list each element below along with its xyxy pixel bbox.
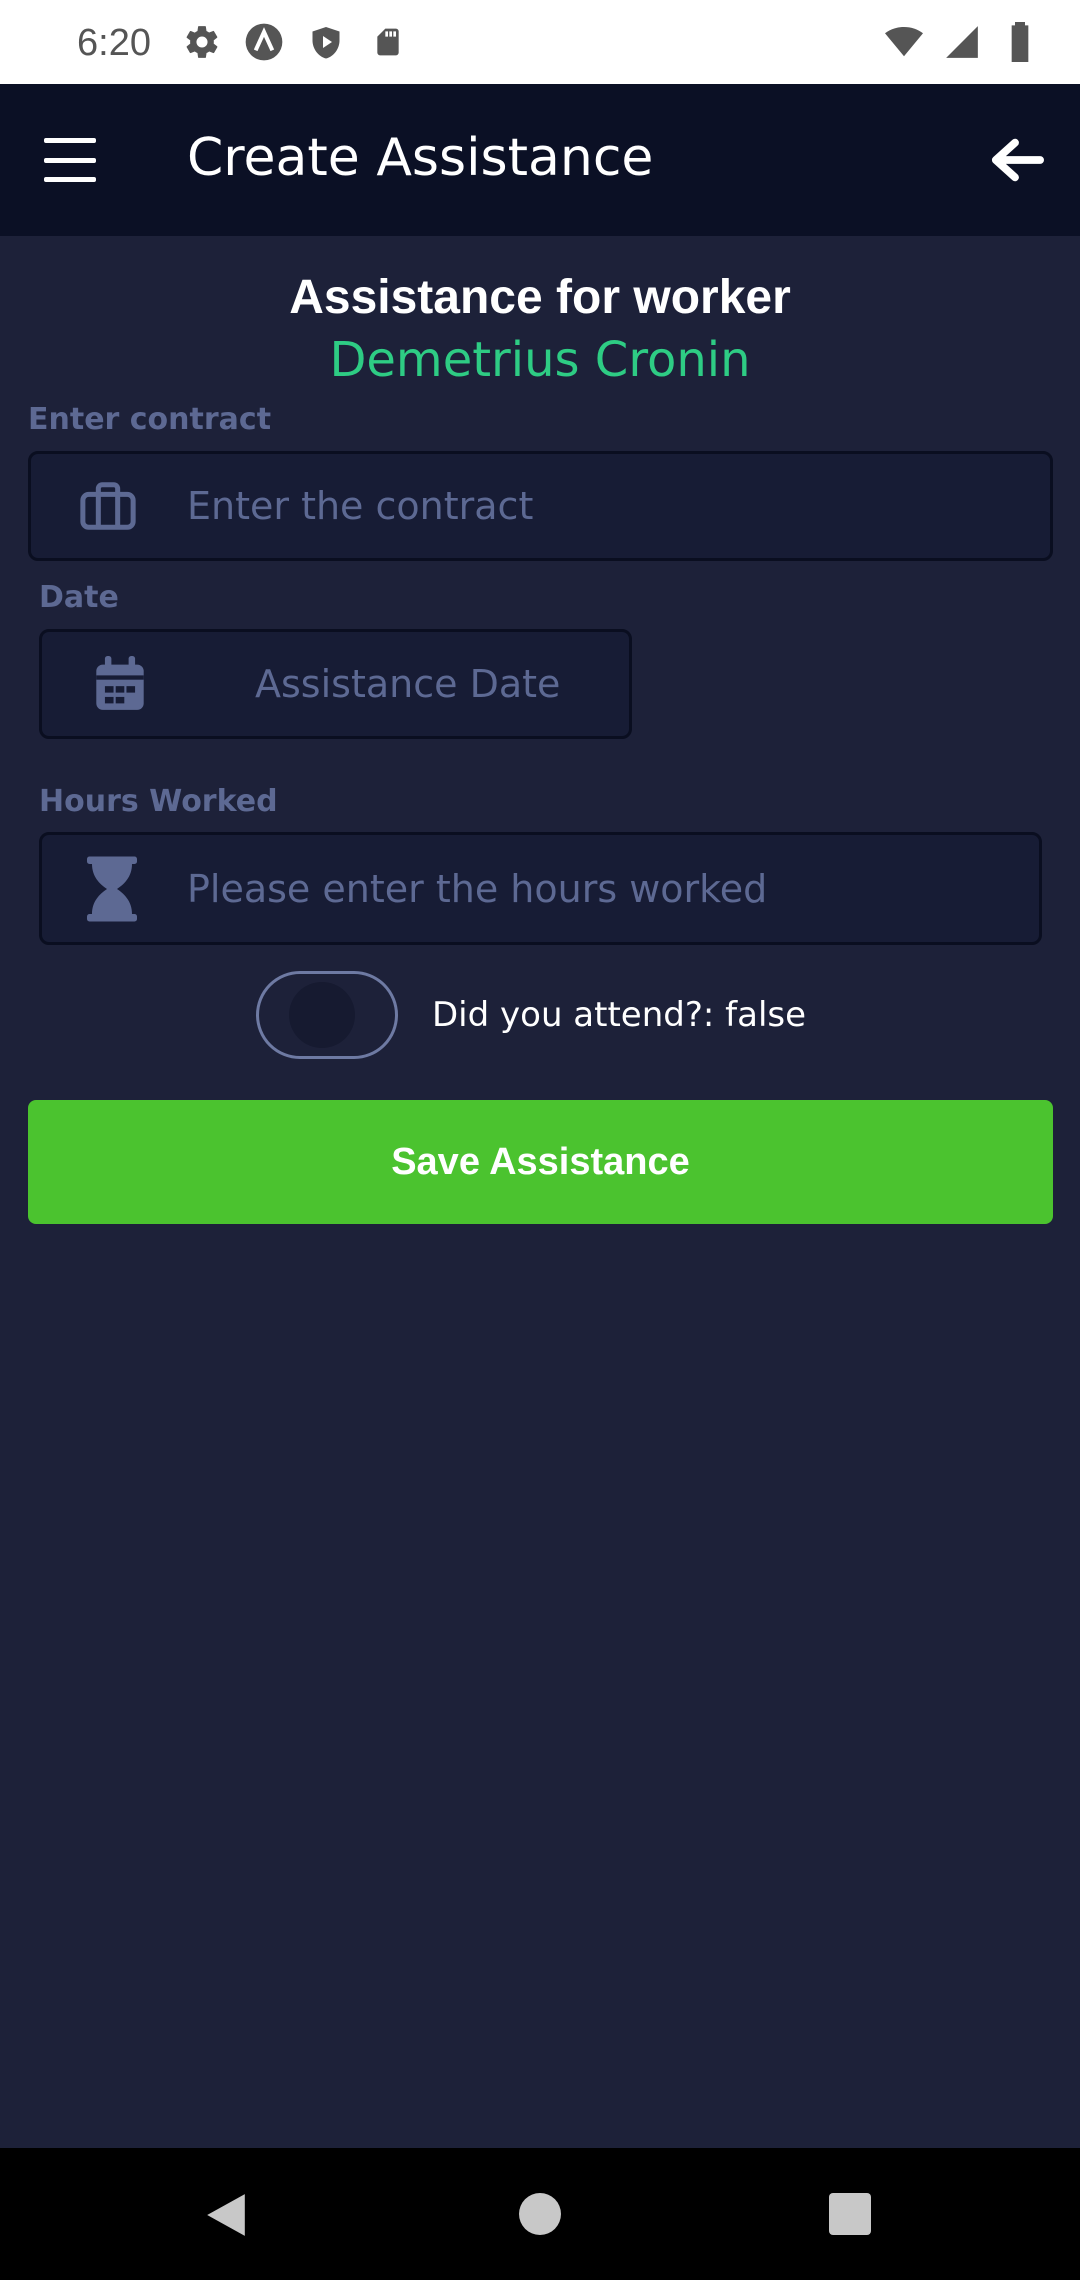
- worker-name: Demetrius Cronin: [329, 332, 751, 388]
- status-bar: 6:20: [0, 0, 1080, 84]
- date-input[interactable]: [255, 662, 585, 706]
- attendance-toggle[interactable]: [256, 971, 398, 1059]
- nav-home-icon[interactable]: [519, 2193, 561, 2235]
- nav-recents-icon[interactable]: [829, 2193, 871, 2235]
- date-field[interactable]: [39, 629, 632, 739]
- calendar-icon: [93, 656, 147, 712]
- attendance-label: Did you attend?: false: [432, 995, 807, 1035]
- app-bar: Create Assistance: [0, 84, 1080, 236]
- gear-icon: [182, 22, 222, 62]
- hours-input[interactable]: [187, 866, 1039, 911]
- system-nav-bar: [0, 2148, 1080, 2280]
- page-title: Create Assistance: [187, 128, 654, 188]
- status-icons-left: [182, 22, 408, 62]
- hourglass-icon: [87, 856, 137, 922]
- date-label: Date: [39, 580, 119, 615]
- heading-title: Assistance for worker: [289, 271, 791, 324]
- save-assistance-button[interactable]: Save Assistance: [28, 1100, 1053, 1224]
- arrow-left-icon[interactable]: [984, 128, 1050, 192]
- signal-icon: [942, 22, 982, 62]
- contract-input[interactable]: [187, 484, 1050, 528]
- hamburger-menu-icon[interactable]: [38, 132, 102, 188]
- battery-icon: [1000, 22, 1040, 62]
- toggle-knob: [289, 982, 355, 1048]
- status-time: 6:20: [77, 22, 151, 64]
- status-icons-right: [884, 22, 1040, 62]
- attendance-row: Did you attend?: false: [256, 970, 806, 1060]
- sd-card-icon: [368, 22, 408, 62]
- hours-field[interactable]: [39, 832, 1042, 945]
- contract-label: Enter contract: [28, 402, 272, 437]
- shield-play-icon: [306, 22, 346, 62]
- wifi-icon: [884, 22, 924, 62]
- android-auto-icon: [244, 22, 284, 62]
- nav-back-icon[interactable]: [205, 2192, 247, 2238]
- contract-field[interactable]: [28, 451, 1053, 561]
- hours-label: Hours Worked: [39, 784, 278, 819]
- briefcase-icon: [79, 480, 137, 532]
